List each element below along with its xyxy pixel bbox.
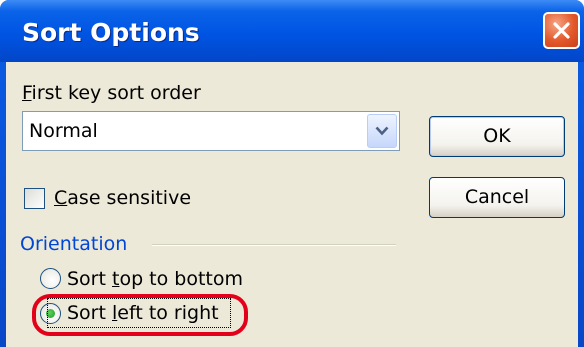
orientation-group-title: Orientation [20, 233, 128, 255]
cancel-button[interactable]: Cancel [429, 177, 565, 218]
orientation-group-divider [152, 244, 396, 246]
sort-options-dialog: Sort Options First key sort order Normal… [0, 0, 584, 347]
chevron-down-icon [375, 126, 389, 136]
dialog-client-area: First key sort order Normal OK Cancel Ca… [6, 62, 578, 347]
first-key-sort-order-label: First key sort order [22, 82, 201, 104]
case-sensitive-checkbox[interactable] [24, 188, 45, 209]
dropdown-arrow-button[interactable] [367, 114, 397, 148]
sort-top-to-bottom-radio[interactable] [40, 268, 61, 289]
red-highlight-annotation [32, 294, 248, 336]
sort-top-to-bottom-label[interactable]: Sort top to bottom [67, 268, 243, 290]
first-key-sort-order-dropdown[interactable]: Normal [22, 111, 400, 151]
ok-button[interactable]: OK [429, 116, 565, 157]
case-sensitive-label[interactable]: Case sensitive [54, 187, 191, 209]
close-button[interactable] [543, 12, 580, 49]
title-bar[interactable]: Sort Options [0, 0, 584, 62]
close-icon [553, 22, 570, 39]
dropdown-selected-value: Normal [29, 120, 98, 142]
dialog-title: Sort Options [22, 18, 200, 47]
